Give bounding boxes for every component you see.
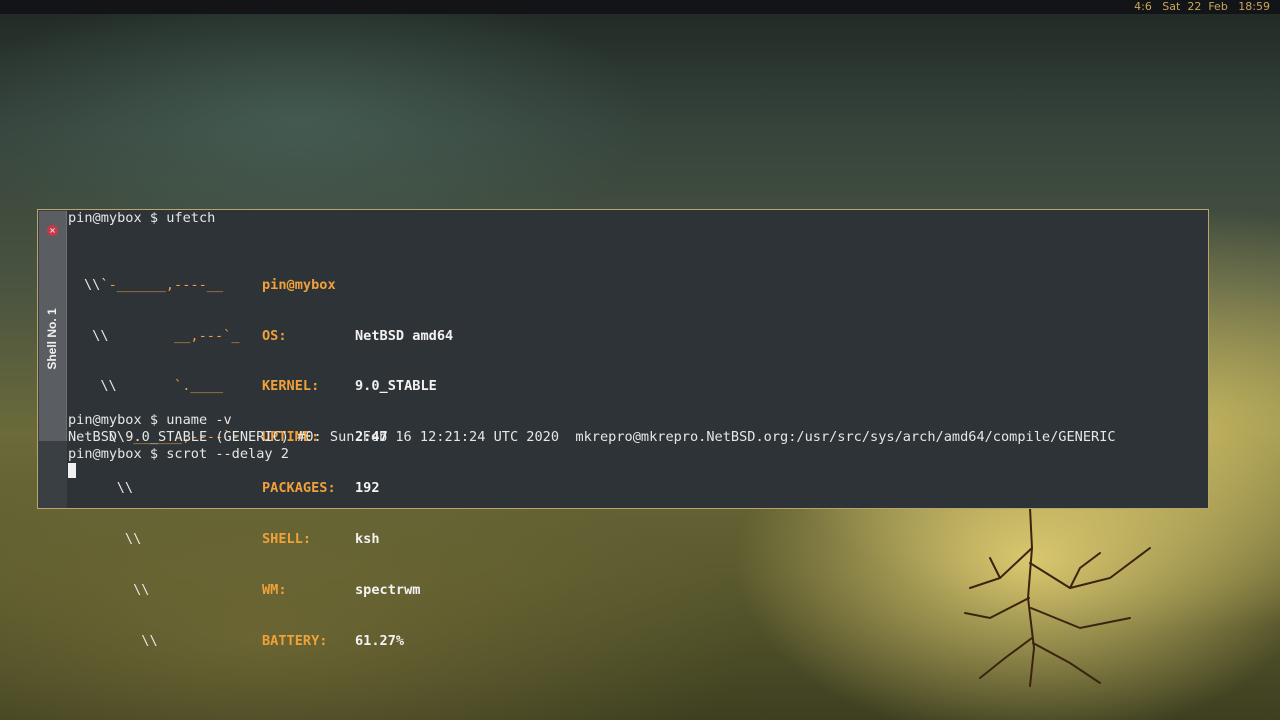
terminal-screen[interactable]: pin@mybox $ ufetch \\`-______,----__ \\ … <box>68 210 1206 649</box>
text-cursor <box>68 463 76 478</box>
tab-shell-1[interactable]: × Shell No. 1 <box>39 211 67 441</box>
ufetch-row-wm: WM: spectrwm <box>262 582 453 599</box>
ufetch-row-kernel: KERNEL: 9.0_STABLE <box>262 378 453 395</box>
ufetch-key: WM: <box>262 581 287 598</box>
wallpaper-tree-reflection <box>964 508 1151 687</box>
ascii-logo-pole: \\ <box>84 530 142 547</box>
status-bar: 4:6 Sat 22 Feb 18:59 <box>0 0 1280 14</box>
command-line: pin@mybox $ scrot --delay 2 <box>68 446 289 462</box>
ufetch-value: 192 <box>355 480 380 497</box>
status-bar-clock: 4:6 Sat 22 Feb 18:59 <box>1134 0 1270 13</box>
ascii-logo-pole: \\ <box>84 327 109 344</box>
ascii-logo-pole: \\ <box>84 378 117 395</box>
ascii-logo-flag: `.____ <box>116 378 224 395</box>
ufetch-user-host: pin@mybox <box>262 276 336 293</box>
terminal-window[interactable]: × Shell No. 1 pin@mybox $ ufetch \\`-___… <box>37 209 1209 649</box>
tab-bar: × Shell No. 1 <box>38 210 67 508</box>
ascii-logo-pole: \\ <box>84 632 158 649</box>
ufetch-row-os: OS: NetBSD amd64 <box>262 328 453 345</box>
ascii-logo-flag: -______,----__ <box>108 276 224 293</box>
ufetch-key: BATTERY: <box>262 632 328 649</box>
command-line: pin@mybox $ uname -v <box>68 412 232 428</box>
ufetch-value: ksh <box>355 530 380 547</box>
command-line: pin@mybox $ ufetch <box>68 210 216 226</box>
tab-label: Shell No. 1 <box>45 308 59 370</box>
ufetch-info: pin@mybox OS: NetBSD amd64 KERNEL: 9.0_STA… <box>262 243 453 683</box>
ufetch-row-shell: SHELL: ksh <box>262 531 453 548</box>
ufetch-key: KERNEL: <box>262 378 320 395</box>
ufetch-value: 9.0_STABLE <box>355 378 437 395</box>
ascii-logo-pole: \\ <box>84 581 150 598</box>
ufetch-row-packages: PACKAGES: 192 <box>262 480 453 497</box>
ascii-logo-flag: __,---`_ <box>108 327 240 344</box>
ufetch-row-battery: BATTERY: 61.27% <box>262 633 453 650</box>
ascii-logo-pole: \\` <box>84 276 109 293</box>
command-output: NetBSD 9.0_STABLE (GENERIC) #0: Sun Feb … <box>68 429 1116 445</box>
ufetch-value: 61.27% <box>355 632 405 649</box>
ufetch-value: spectrwm <box>355 581 421 598</box>
ufetch-key: OS: <box>262 327 287 344</box>
ufetch-key: SHELL: <box>262 530 312 547</box>
ascii-logo: \\`-______,----__ \\ __,---`_ \\ `.____ … <box>84 243 240 683</box>
ufetch-key: PACKAGES: <box>262 480 336 497</box>
ufetch-value: NetBSD amd64 <box>355 327 454 344</box>
close-icon[interactable]: × <box>47 225 58 236</box>
ascii-logo-pole: \\ <box>84 480 134 497</box>
